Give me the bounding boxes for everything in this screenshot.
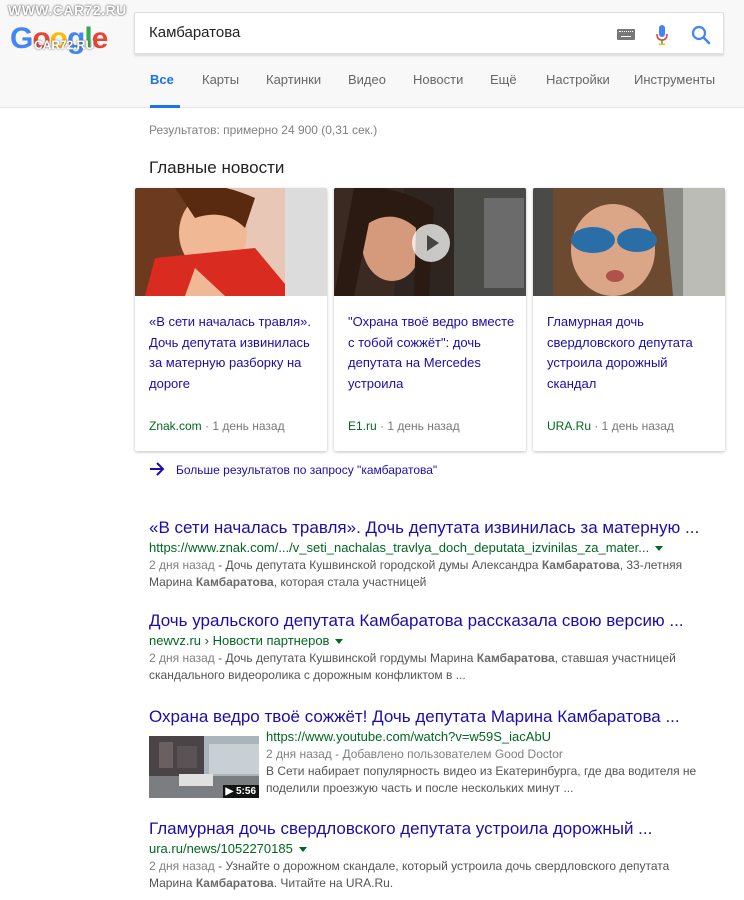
- result-url-text: newvz.ru › Новости партнеров: [149, 633, 330, 648]
- result-url: ura.ru/news/1052270185: [149, 840, 739, 858]
- news-card[interactable]: "Охрана твоё ведро вместе с тобой сожжёт…: [334, 188, 526, 451]
- play-icon[interactable]: [412, 224, 450, 262]
- search-header: Google WWW.CAR72.RU CAR72.RU Все Карты К…: [0, 0, 744, 108]
- video-thumbnail[interactable]: ▶ 5:56: [149, 736, 259, 798]
- tab-maps[interactable]: Карты: [202, 72, 239, 108]
- search-result: Дочь уральского депутата Камбаратова рас…: [149, 610, 739, 684]
- keyboard-icon[interactable]: [617, 29, 635, 40]
- result-title[interactable]: «В сети началась травля». Дочь депутата …: [149, 517, 739, 539]
- video-duration: ▶ 5:56: [222, 785, 259, 798]
- result-snippet: 2 дня назад - Дочь депутата Кушвинской г…: [149, 558, 683, 589]
- news-card-title[interactable]: «В сети началась травля». Дочь депутата …: [149, 312, 317, 394]
- search-result: Охрана ведро твоё сожжёт! Дочь депутата …: [149, 706, 739, 806]
- result-title[interactable]: Охрана ведро твоё сожжёт! Дочь депутата …: [149, 706, 739, 728]
- news-card-meta: URA.Ru · 1 день назад: [547, 419, 674, 433]
- search-input[interactable]: [149, 24, 589, 41]
- result-date: 2 дня назад: [149, 651, 215, 665]
- news-card-title[interactable]: Гламурная дочь свердловского депутата ус…: [547, 312, 715, 394]
- result-title[interactable]: Гламурная дочь свердловского депутата ус…: [149, 818, 739, 840]
- result-stats: Результатов: примерно 24 900 (0,31 сек.): [149, 123, 378, 137]
- news-card-source: E1.ru: [348, 419, 377, 433]
- watermark-top: WWW.CAR72.RU: [8, 2, 127, 18]
- result-snippet: 2 дня назад - Дочь депутата Кушвинской г…: [149, 651, 676, 682]
- caret-down-icon[interactable]: [298, 847, 307, 853]
- news-card-image: [533, 188, 725, 296]
- result-title[interactable]: Дочь уральского депутата Камбаратова рас…: [149, 610, 739, 632]
- result-url-text: https://www.youtube.com/watch?v=w59S_iac…: [266, 729, 552, 744]
- watermark-logo: CAR72.RU: [34, 38, 95, 52]
- news-card[interactable]: Гламурная дочь свердловского депутата ус…: [533, 188, 725, 451]
- top-news-heading: Главные новости: [149, 158, 285, 177]
- tab-settings[interactable]: Настройки: [546, 72, 610, 108]
- tab-images[interactable]: Картинки: [266, 72, 321, 108]
- news-card-time: · 1 день назад: [591, 419, 674, 433]
- tab-video[interactable]: Видео: [348, 72, 386, 108]
- more-news-text: Больше результатов по запросу "камбарато…: [176, 463, 438, 477]
- news-card-time: · 1 день назад: [201, 419, 285, 433]
- result-uploader: - Добавлено пользователем Good Doctor: [331, 747, 563, 761]
- search-result: Гламурная дочь свердловского депутата ус…: [149, 818, 739, 892]
- news-card-image: [135, 188, 327, 296]
- result-snippet: 2 дня назад - Узнайте о дорожном скандал…: [149, 859, 670, 890]
- result-date: 2 дня назад: [149, 859, 215, 873]
- tab-more[interactable]: Ещё: [490, 72, 517, 108]
- tab-all[interactable]: Все: [150, 72, 180, 108]
- search-box[interactable]: [134, 12, 724, 54]
- news-card-source: Znak.com: [149, 419, 202, 433]
- news-card-time: · 1 день назад: [376, 419, 460, 433]
- google-logo[interactable]: Google WWW.CAR72.RU CAR72.RU: [6, 2, 126, 58]
- news-card-meta: E1.ru · 1 день назад: [348, 419, 460, 433]
- result-url-text: https://www.znak.com/.../v_seti_nachalas…: [149, 540, 650, 555]
- result-date: 2 дня назад: [149, 558, 215, 572]
- result-url: https://www.znak.com/.../v_seti_nachalas…: [149, 539, 739, 557]
- caret-down-icon[interactable]: [655, 546, 664, 552]
- result-date: 2 дня назад: [266, 747, 332, 761]
- news-card-source: URA.Ru: [547, 419, 592, 433]
- result-url: https://www.youtube.com/watch?v=w59S_iac…: [266, 728, 741, 746]
- result-url: newvz.ru › Новости партнеров: [149, 632, 739, 650]
- news-card-meta: Znak.com · 1 день назад: [149, 419, 285, 433]
- result-url-text: ura.ru/news/1052270185: [149, 841, 293, 856]
- search-icon[interactable]: [691, 25, 711, 45]
- tab-tools[interactable]: Инструменты: [634, 72, 715, 108]
- mic-icon[interactable]: [655, 25, 669, 45]
- result-snippet: 2 дня назад - Добавлено пользователем Go…: [266, 747, 697, 795]
- tab-news[interactable]: Новости: [413, 72, 463, 108]
- news-card[interactable]: «В сети началась травля». Дочь депутата …: [135, 188, 327, 451]
- caret-down-icon[interactable]: [335, 639, 344, 645]
- arrow-right-icon: [150, 462, 165, 476]
- news-card-title[interactable]: "Охрана твоё ведро вместе с тобой сожжёт…: [348, 312, 516, 394]
- search-result: «В сети началась травля». Дочь депутата …: [149, 517, 739, 591]
- video-result-body: https://www.youtube.com/watch?v=w59S_iac…: [266, 728, 741, 797]
